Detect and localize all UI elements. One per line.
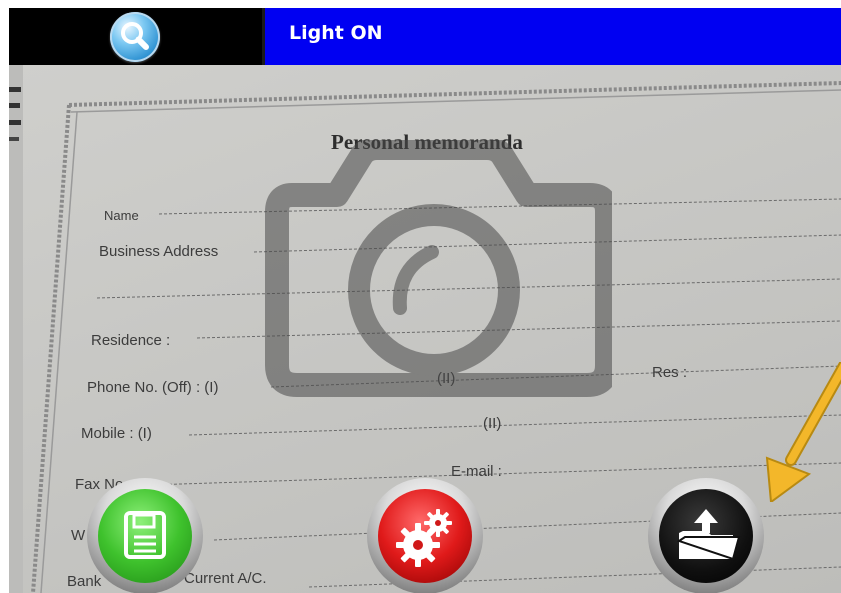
doc-email-label: E-mail : [451, 463, 502, 480]
doc-name-label: Name [104, 208, 139, 223]
settings-button[interactable] [367, 478, 483, 593]
doc-residence-label: Residence : [91, 332, 171, 349]
light-toggle[interactable]: Light ON [265, 8, 841, 65]
doc-business-label: Business Address [99, 243, 219, 260]
doc-current-ac-label: Current A/C. [184, 570, 267, 587]
save-button[interactable] [87, 478, 203, 593]
light-status-label: Light ON [289, 22, 383, 44]
doc-mobile-ii: (II) [483, 415, 502, 432]
top-bar: Light ON [9, 8, 841, 65]
doc-w-label: W [71, 527, 86, 544]
app-window: Light ON Personal memoranda Name Busines… [9, 8, 841, 593]
camera-preview[interactable]: Personal memoranda Name Business Address… [9, 65, 841, 593]
doc-phone-label: Phone No. (Off) : (I) [87, 379, 219, 396]
floppy-disk-icon [124, 511, 166, 559]
doc-res-label: Res : [652, 364, 688, 381]
doc-mobile-label: Mobile : (I) [81, 425, 152, 442]
camera-icon [265, 140, 612, 397]
export-button[interactable] [648, 478, 764, 593]
arrow-indicator-icon [765, 362, 841, 502]
doc-bank-label: Bank [67, 573, 102, 590]
search-icon [121, 22, 149, 50]
search-zone [9, 8, 262, 65]
folder-upload-icon [676, 509, 741, 561]
search-button[interactable] [110, 12, 160, 62]
gears-icon [396, 509, 452, 567]
